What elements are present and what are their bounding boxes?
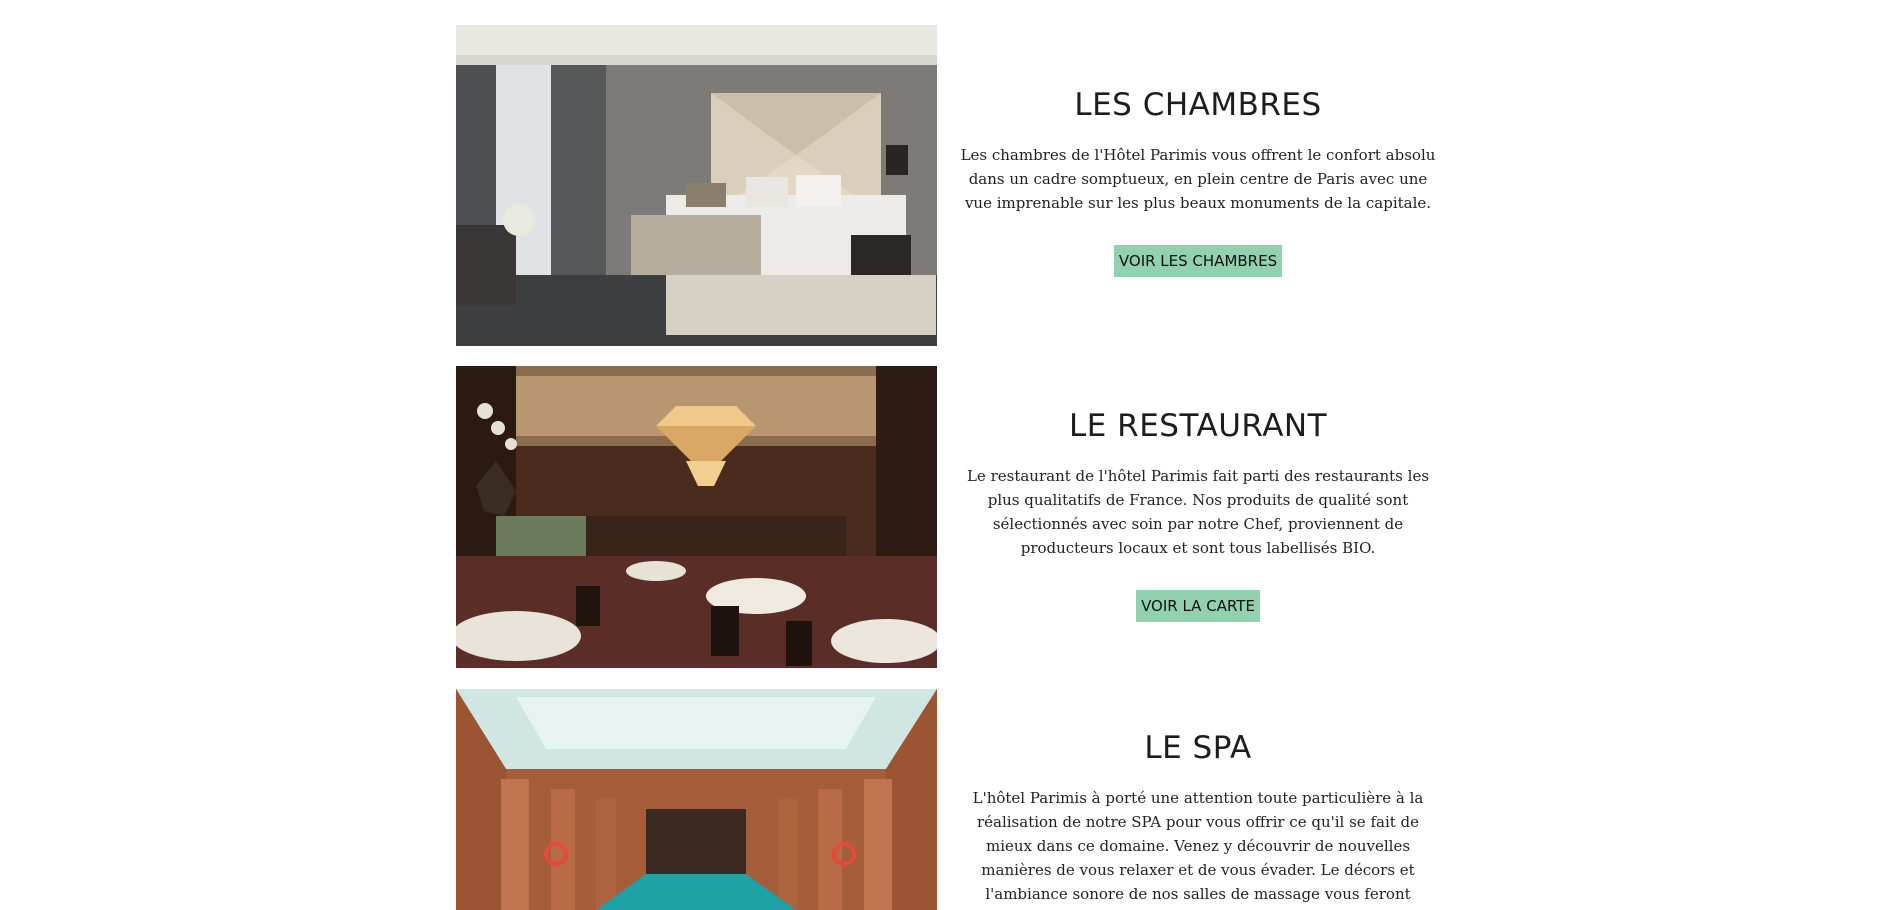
rooms-image xyxy=(456,25,937,346)
restaurant-title: LE RESTAURANT xyxy=(1068,408,1328,444)
rooms-content: LES CHAMBRES Les chambres de l'Hôtel Par… xyxy=(956,87,1440,277)
rooms-description: Les chambres de l'Hôtel Parimis vous off… xyxy=(960,146,1436,212)
spa-description: L'hôtel Parimis à porté une attention to… xyxy=(972,789,1424,910)
restaurant-image xyxy=(456,366,937,668)
view-menu-button[interactable]: VOIR LA CARTE xyxy=(1136,590,1260,622)
restaurant-description: Le restaurant de l'hôtel Parimis fait pa… xyxy=(966,467,1430,557)
rooms-title: LES CHAMBRES xyxy=(1074,87,1322,123)
spa-section: LE SPA L'hôtel Parimis à porté une atten… xyxy=(456,689,1440,910)
spa-title: LE SPA xyxy=(1144,730,1252,766)
view-rooms-button[interactable]: VOIR LES CHAMBRES xyxy=(1113,245,1283,277)
rooms-section: LES CHAMBRES Les chambres de l'Hôtel Par… xyxy=(456,25,1440,346)
page: LES CHAMBRES Les chambres de l'Hôtel Par… xyxy=(0,0,1890,910)
restaurant-section: LE RESTAURANT Le restaurant de l'hôtel P… xyxy=(456,366,1440,668)
spa-content: LE SPA L'hôtel Parimis à porté une atten… xyxy=(956,730,1440,910)
spa-image xyxy=(456,689,937,910)
restaurant-content: LE RESTAURANT Le restaurant de l'hôtel P… xyxy=(956,408,1440,622)
